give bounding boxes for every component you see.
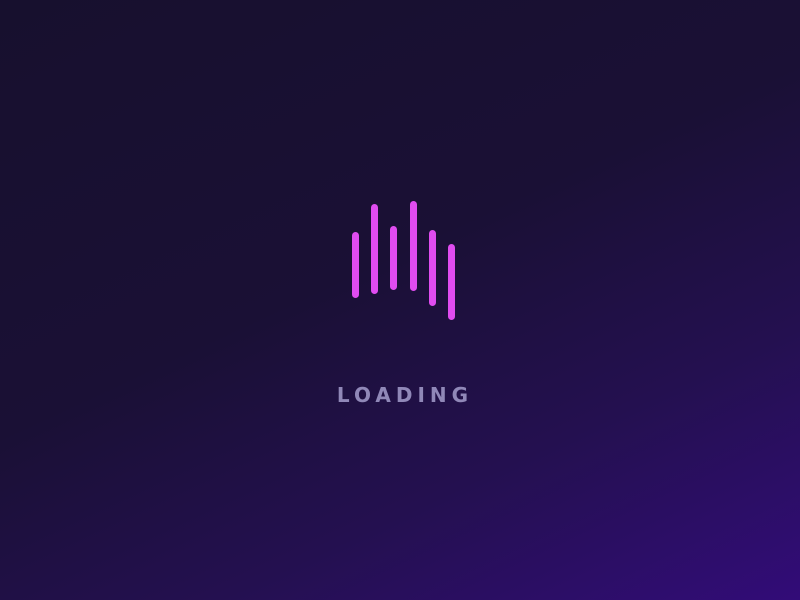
loading-label: LOADING: [336, 383, 474, 407]
loading-spinner-icon: [340, 190, 470, 330]
loader-bar-5: [429, 230, 436, 306]
loader-bar-6: [448, 244, 455, 320]
loader-bar-2: [371, 204, 378, 294]
loader-bar-3: [390, 226, 397, 290]
loader-bar-1: [352, 232, 359, 298]
loading-screen: LOADING: [0, 0, 800, 600]
loader-bar-4: [410, 201, 417, 291]
